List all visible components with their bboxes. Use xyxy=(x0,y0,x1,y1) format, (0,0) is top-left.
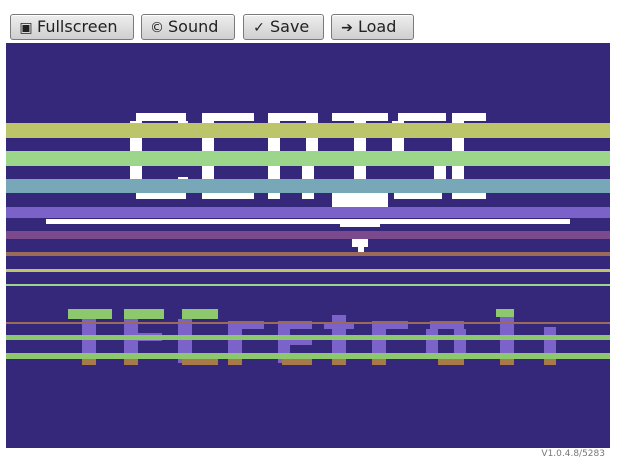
save-button[interactable]: ✓ Save xyxy=(243,14,324,40)
raster-line-brown xyxy=(6,322,610,324)
raster-bar-purple xyxy=(6,207,610,218)
version-label: V1.0.4.8/5283 xyxy=(541,449,605,459)
raster-bar-magenta xyxy=(6,231,610,239)
raster-bar-yellow xyxy=(6,123,610,138)
raster-bar-thin-1 xyxy=(6,269,610,272)
fullscreen-icon: ▣ xyxy=(19,20,33,36)
sound-button[interactable]: © Sound xyxy=(141,14,235,40)
load-label: Load xyxy=(358,17,397,36)
raster-bar-underline xyxy=(46,219,570,224)
raster-bar-cyan xyxy=(6,179,610,193)
save-icon: ✓ xyxy=(253,20,265,36)
raster-line-green-1 xyxy=(6,335,610,340)
save-label: Save xyxy=(270,17,310,36)
sound-label: Sound xyxy=(168,17,219,36)
raster-bar-green xyxy=(6,151,610,166)
emulator-screen[interactable] xyxy=(6,43,610,448)
raster-bar-brown xyxy=(6,252,610,256)
emulator-display xyxy=(6,113,610,365)
sound-icon: © xyxy=(150,20,164,36)
load-icon: ➔ xyxy=(341,20,353,36)
fullscreen-button[interactable]: ▣ Fullscreen xyxy=(10,14,134,40)
raster-line-green-2 xyxy=(6,353,610,359)
load-button[interactable]: ➔ Load xyxy=(331,14,414,40)
fullscreen-label: Fullscreen xyxy=(37,17,118,36)
raster-bar-thin-2 xyxy=(6,284,610,286)
